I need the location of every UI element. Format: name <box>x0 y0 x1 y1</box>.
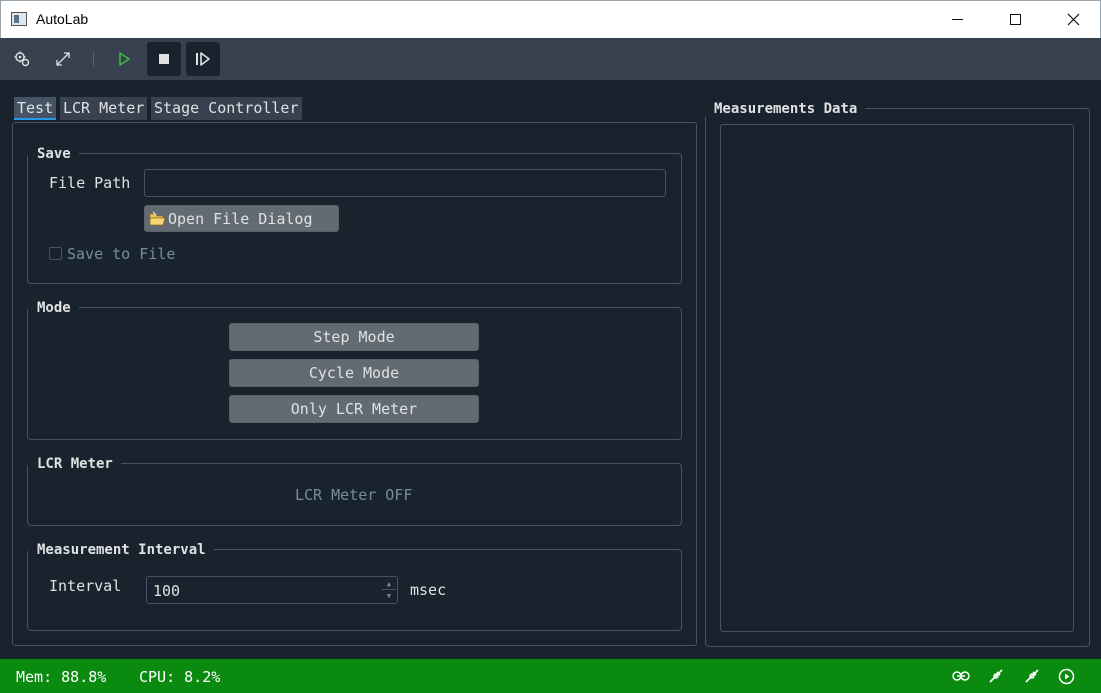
measurement-interval-group-title: Measurement Interval <box>28 542 214 558</box>
play-button[interactable] <box>107 42 141 76</box>
measurements-data-title: Measurements Data <box>705 101 866 117</box>
interval-unit: msec <box>410 581 447 599</box>
stop-button[interactable] <box>147 42 181 76</box>
close-button[interactable] <box>1044 1 1101 37</box>
lcr-meter-status: LCR Meter OFF <box>295 486 413 504</box>
save-group-title: Save <box>28 146 79 162</box>
spin-down-button[interactable]: ▼ <box>382 590 396 602</box>
step-forward-button[interactable] <box>186 42 220 76</box>
stop-icon <box>159 54 169 64</box>
cycle-mode-button[interactable]: Cycle Mode <box>229 359 479 387</box>
probe-icon[interactable] <box>987 667 1005 685</box>
minimize-icon <box>951 18 963 20</box>
only-lcr-meter-button[interactable]: Only LCR Meter <box>229 395 479 423</box>
title-bar: AutoLab <box>0 0 1101 38</box>
toolbar <box>0 38 1101 80</box>
expand-button[interactable] <box>46 42 80 76</box>
window-title: AutoLab <box>36 11 89 27</box>
file-path-label: File Path <box>49 174 131 192</box>
save-to-file-label: Save to File <box>67 245 176 263</box>
probe-icon[interactable] <box>1023 667 1041 685</box>
play-circle-icon[interactable] <box>1057 667 1075 685</box>
status-bar: Mem: 88.8% CPU: 8.2% <box>0 659 1101 693</box>
expand-icon <box>56 52 70 66</box>
play-icon <box>119 52 130 66</box>
tab-test[interactable]: Test <box>14 97 57 120</box>
link-icon[interactable] <box>952 667 970 685</box>
chevron-down-icon: ▼ <box>386 592 392 600</box>
app-icon <box>11 12 27 26</box>
mode-group-title: Mode <box>28 300 79 316</box>
maximize-button[interactable] <box>986 1 1044 37</box>
close-icon <box>1067 13 1079 25</box>
settings-icon <box>14 51 30 67</box>
folder-open-icon <box>149 211 166 225</box>
file-path-input[interactable] <box>144 169 666 197</box>
save-to-file-checkbox[interactable] <box>49 247 62 260</box>
tab-lcr-meter[interactable]: LCR Meter <box>60 97 148 120</box>
memory-usage: Mem: 88.8% <box>16 668 107 686</box>
measurements-data-view[interactable] <box>720 124 1074 632</box>
step-mode-button[interactable]: Step Mode <box>229 323 479 351</box>
open-file-dialog-button[interactable]: Open File Dialog <box>144 205 339 232</box>
toolbar-separator <box>93 52 94 66</box>
interval-label: Interval <box>49 577 122 595</box>
open-file-dialog-label: Open File Dialog <box>168 209 313 228</box>
settings-button[interactable] <box>5 42 39 76</box>
maximize-icon <box>1009 13 1021 25</box>
interval-value: 100 <box>153 582 181 600</box>
spin-up-button[interactable]: ▲ <box>382 578 396 590</box>
lcr-meter-group-title: LCR Meter <box>28 456 121 472</box>
chevron-up-icon: ▲ <box>386 579 392 588</box>
tab-stage-controller[interactable]: Stage Controller <box>151 97 302 120</box>
cpu-usage: CPU: 8.2% <box>139 668 221 686</box>
minimize-button[interactable] <box>928 1 986 37</box>
step-forward-icon <box>196 52 210 66</box>
interval-spinbox[interactable]: 100 ▲ ▼ <box>146 576 398 604</box>
